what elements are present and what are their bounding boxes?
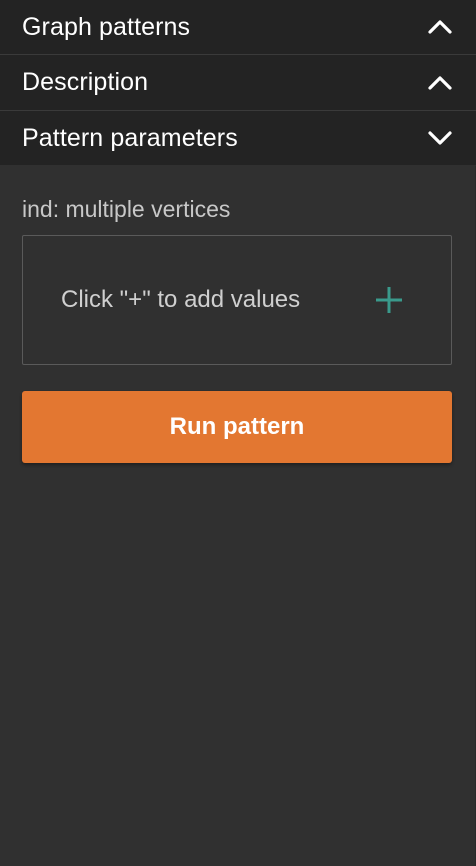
values-input-box[interactable]: Click "+" to add values xyxy=(22,235,452,365)
values-placeholder: Click "+" to add values xyxy=(61,286,301,313)
chevron-up-icon[interactable] xyxy=(426,13,454,41)
chevron-up-icon[interactable] xyxy=(426,69,454,97)
accordion-header-description[interactable]: Description xyxy=(0,55,476,111)
plus-icon[interactable] xyxy=(373,284,405,316)
pattern-panel: Graph patterns Description Pattern param… xyxy=(0,0,476,866)
accordion-header-graph-patterns[interactable]: Graph patterns xyxy=(0,0,476,55)
pattern-parameters-content: ind: multiple vertices Click "+" to add … xyxy=(0,165,476,463)
chevron-down-icon[interactable] xyxy=(426,124,454,152)
accordion-title: Description xyxy=(22,68,149,96)
accordion-title: Pattern parameters xyxy=(22,123,238,152)
run-pattern-button[interactable]: Run pattern xyxy=(22,391,452,463)
accordion-title: Graph patterns xyxy=(22,12,191,41)
accordion-header-pattern-parameters[interactable]: Pattern parameters xyxy=(0,111,476,165)
parameter-label: ind: multiple vertices xyxy=(22,196,231,222)
